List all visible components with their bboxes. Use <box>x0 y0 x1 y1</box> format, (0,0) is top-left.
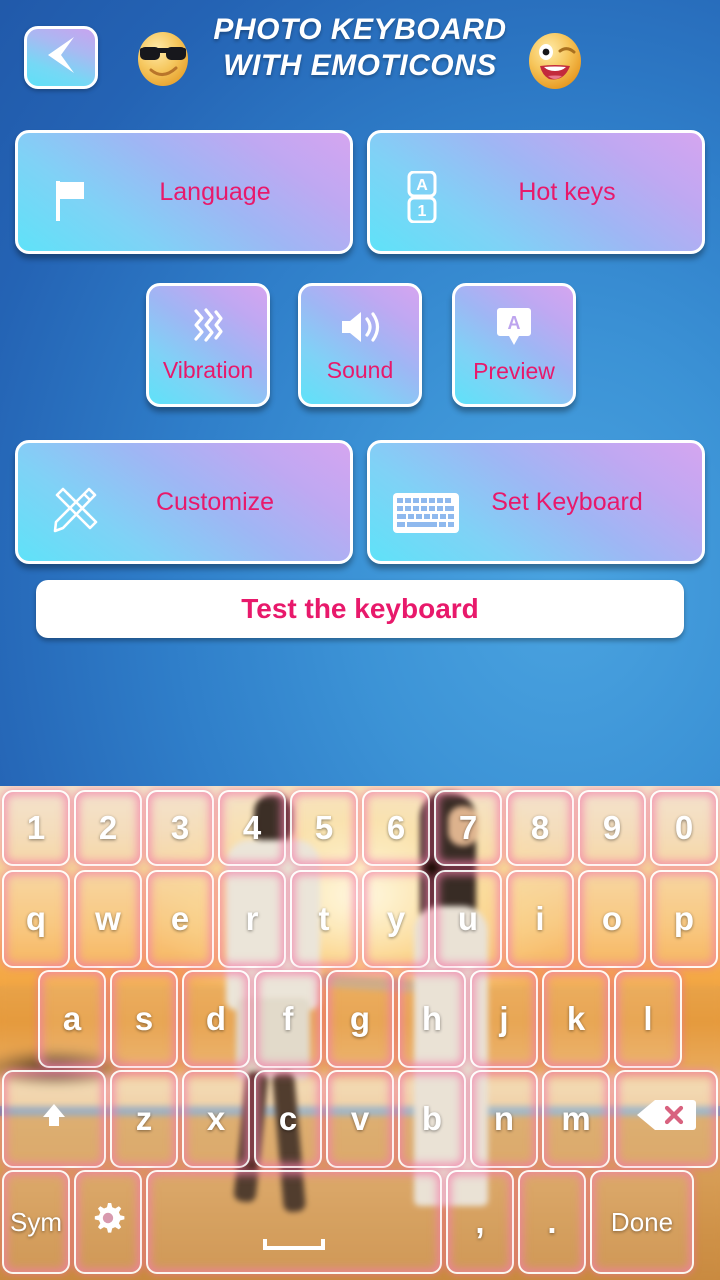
key-z[interactable]: z <box>110 1070 178 1168</box>
app-header: PHOTO KEYBOARD WITH EMOTICONS <box>0 0 720 112</box>
key-k[interactable]: k <box>542 970 610 1068</box>
key-6[interactable]: 6 <box>362 790 430 866</box>
keyboard-row-bottom: Sym , . Done <box>0 1170 720 1274</box>
keyboard-row-bottom-letters: z x c v b n m <box>0 1070 720 1168</box>
key-i[interactable]: i <box>506 870 574 968</box>
keyboard-rows: 1 2 3 4 5 6 7 8 9 0 q w e r t y u i o p … <box>0 786 720 1280</box>
keyboard-icon <box>392 491 460 535</box>
svg-text:A: A <box>508 313 521 333</box>
sound-button[interactable]: Sound <box>298 283 422 407</box>
key-t[interactable]: t <box>290 870 358 968</box>
key-a[interactable]: a <box>38 970 106 1068</box>
key-q[interactable]: q <box>2 870 70 968</box>
comma-key[interactable]: , <box>446 1170 514 1274</box>
customize-button[interactable]: Customize <box>15 440 353 564</box>
hot-keys-button[interactable]: A 1 Hot keys <box>367 130 705 254</box>
set-keyboard-button[interactable]: Set Keyboard <box>367 440 705 564</box>
backspace-delete-icon <box>635 1097 697 1141</box>
gear-icon <box>91 1201 125 1243</box>
key-9[interactable]: 9 <box>578 790 646 866</box>
key-5[interactable]: 5 <box>290 790 358 866</box>
key-e[interactable]: e <box>146 870 214 968</box>
test-keyboard-input[interactable]: Test the keyboard <box>36 580 684 638</box>
key-c[interactable]: c <box>254 1070 322 1168</box>
keyboard-row-home: a s d f g h j k l <box>0 970 720 1068</box>
key-y[interactable]: y <box>362 870 430 968</box>
preview-button[interactable]: A Preview <box>452 283 576 407</box>
key-d[interactable]: d <box>182 970 250 1068</box>
key-g[interactable]: g <box>326 970 394 1068</box>
key-n[interactable]: n <box>470 1070 538 1168</box>
key-o[interactable]: o <box>578 870 646 968</box>
page-title: PHOTO KEYBOARD WITH EMOTICONS <box>195 12 525 84</box>
period-key[interactable]: . <box>518 1170 586 1274</box>
back-button[interactable] <box>24 26 98 89</box>
key-l[interactable]: l <box>614 970 682 1068</box>
key-0[interactable]: 0 <box>650 790 718 866</box>
done-key[interactable]: Done <box>590 1170 694 1274</box>
key-4[interactable]: 4 <box>218 790 286 866</box>
language-button[interactable]: Language <box>15 130 353 254</box>
svg-text:1: 1 <box>418 203 427 220</box>
key-u[interactable]: u <box>434 870 502 968</box>
title-line-1: PHOTO KEYBOARD <box>213 13 507 46</box>
space-marker-icon <box>263 1239 325 1250</box>
key-8[interactable]: 8 <box>506 790 574 866</box>
title-line-2: WITH EMOTICONS <box>223 49 497 82</box>
key-p[interactable]: p <box>650 870 718 968</box>
key-r[interactable]: r <box>218 870 286 968</box>
vibration-waves-icon <box>187 307 229 347</box>
svg-text:A: A <box>416 177 428 194</box>
key-s[interactable]: s <box>110 970 178 1068</box>
on-screen-keyboard: 1 2 3 4 5 6 7 8 9 0 q w e r t y u i o p … <box>0 786 720 1280</box>
test-keyboard-value: Test the keyboard <box>241 593 479 624</box>
key-f[interactable]: f <box>254 970 322 1068</box>
key-b[interactable]: b <box>398 1070 466 1168</box>
space-key[interactable] <box>146 1170 442 1274</box>
key-h[interactable]: h <box>398 970 466 1068</box>
vibration-label: Vibration <box>162 356 254 383</box>
flag-icon <box>54 179 86 221</box>
preview-label: Preview <box>473 357 555 384</box>
shift-key[interactable] <box>2 1070 106 1168</box>
shift-arrow-icon <box>39 1100 69 1138</box>
key-7[interactable]: 7 <box>434 790 502 866</box>
a1-keycap-icon: A 1 <box>402 171 442 223</box>
pencil-ruler-icon <box>51 485 101 535</box>
vibration-button[interactable]: Vibration <box>146 283 270 407</box>
keyboard-row-top: q w e r t y u i o p <box>0 870 720 968</box>
key-1[interactable]: 1 <box>2 790 70 866</box>
sunglasses-face-emoji <box>133 28 193 88</box>
winking-face-emoji <box>524 30 586 92</box>
back-arrow-icon <box>44 35 78 80</box>
key-2[interactable]: 2 <box>74 790 142 866</box>
sym-key[interactable]: Sym <box>2 1170 70 1274</box>
sound-label: Sound <box>326 356 394 383</box>
key-x[interactable]: x <box>182 1070 250 1168</box>
keyboard-row-numbers: 1 2 3 4 5 6 7 8 9 0 <box>0 790 720 866</box>
key-w[interactable]: w <box>74 870 142 968</box>
keyboard-settings-key[interactable] <box>74 1170 142 1274</box>
backspace-key[interactable] <box>614 1070 718 1168</box>
app-root: PHOTO KEYBOARD WITH EMOTICONS Language A… <box>0 0 720 1280</box>
speaker-icon <box>338 307 382 347</box>
key-m[interactable]: m <box>542 1070 610 1168</box>
preview-popup-a-icon: A <box>495 306 533 348</box>
key-3[interactable]: 3 <box>146 790 214 866</box>
key-j[interactable]: j <box>470 970 538 1068</box>
key-v[interactable]: v <box>326 1070 394 1168</box>
